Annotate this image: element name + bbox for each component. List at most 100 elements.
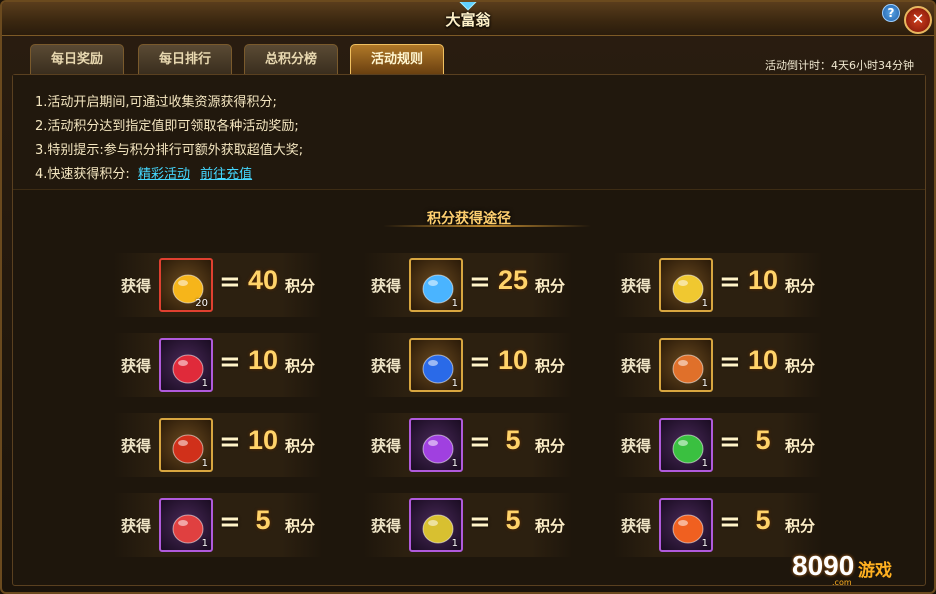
reward-item: 获得 1 = 10 积分 <box>613 253 823 317</box>
reward-item: 获得 1 = 5 积分 <box>363 413 573 477</box>
reward-label: 获得 <box>371 357 402 375</box>
reward-item: 获得 1 = 25 积分 <box>363 253 573 317</box>
points-value: 5 <box>505 505 521 535</box>
reward-label: 获得 <box>121 437 152 455</box>
item-slot[interactable]: 1 <box>409 338 463 392</box>
points-unit: 积分 <box>285 437 316 455</box>
reward-item: 获得 1 = 10 积分 <box>363 333 573 397</box>
watermark-domain: .com <box>832 578 852 587</box>
item-quantity: 1 <box>701 458 708 469</box>
item-quantity: 1 <box>451 538 458 549</box>
equals-sign: = <box>469 507 491 537</box>
close-button[interactable]: ✕ <box>904 6 932 34</box>
item-quantity: 1 <box>201 538 208 549</box>
tab-daily-reward[interactable]: 每日奖励 <box>30 44 124 74</box>
tab-event-rules[interactable]: 活动规则 <box>350 44 444 74</box>
section-divider <box>383 225 591 227</box>
item-quantity: 1 <box>201 378 208 389</box>
equals-sign: = <box>719 267 741 297</box>
rules-panel: 1.活动开启期间,可通过收集资源获得积分; 2.活动积分达到指定值即可领取各种活… <box>12 74 926 586</box>
rule-4-text: 4.快速获得积分: <box>35 167 130 182</box>
points-unit: 积分 <box>285 357 316 375</box>
points-unit: 积分 <box>285 517 316 535</box>
reward-label: 获得 <box>121 277 152 295</box>
item-slot[interactable]: 1 <box>159 498 213 552</box>
reward-item: 获得 1 = 10 积分 <box>113 333 323 397</box>
reward-item: 获得 20 = 40 积分 <box>113 253 323 317</box>
points-value: 5 <box>505 425 521 455</box>
reward-label: 获得 <box>621 277 652 295</box>
item-quantity: 1 <box>701 538 708 549</box>
points-unit: 积分 <box>535 517 566 535</box>
reward-item: 获得 1 = 5 积分 <box>113 493 323 557</box>
help-button[interactable]: ? <box>882 4 900 22</box>
equals-sign: = <box>719 507 741 537</box>
points-value: 10 <box>247 345 279 375</box>
item-slot[interactable]: 1 <box>409 498 463 552</box>
item-slot[interactable]: 1 <box>409 418 463 472</box>
reward-label: 获得 <box>371 517 402 535</box>
points-unit: 积分 <box>535 357 566 375</box>
reward-label: 获得 <box>121 357 152 375</box>
points-value: 10 <box>747 345 779 375</box>
item-slot[interactable]: 1 <box>409 258 463 312</box>
item-slot[interactable]: 1 <box>659 338 713 392</box>
points-value: 5 <box>755 505 771 535</box>
watermark-text: 游戏 <box>858 561 892 581</box>
item-slot[interactable]: 20 <box>159 258 213 312</box>
equals-sign: = <box>219 347 241 377</box>
points-unit: 积分 <box>785 517 816 535</box>
points-value: 5 <box>755 425 771 455</box>
reward-item: 获得 1 = 10 积分 <box>613 333 823 397</box>
points-value: 25 <box>497 265 529 295</box>
points-value: 10 <box>497 345 529 375</box>
rules-list: 1.活动开启期间,可通过收集资源获得积分; 2.活动积分达到指定值即可领取各种活… <box>13 75 925 190</box>
reward-item: 获得 1 = 5 积分 <box>613 413 823 477</box>
item-quantity: 1 <box>451 378 458 389</box>
points-unit: 积分 <box>785 277 816 295</box>
item-quantity: 20 <box>195 298 208 309</box>
reward-label: 获得 <box>621 357 652 375</box>
equals-sign: = <box>219 267 241 297</box>
reward-label: 获得 <box>121 517 152 535</box>
points-value: 40 <box>247 265 279 295</box>
rule-4: 4.快速获得积分: 精彩活动 前往充值 <box>35 163 903 187</box>
points-unit: 积分 <box>535 277 566 295</box>
reward-item: 获得 1 = 5 积分 <box>363 493 573 557</box>
item-slot[interactable]: 1 <box>159 418 213 472</box>
points-unit: 积分 <box>785 357 816 375</box>
tab-total-points[interactable]: 总积分榜 <box>244 44 338 74</box>
equals-sign: = <box>219 507 241 537</box>
rule-1: 1.活动开启期间,可通过收集资源获得积分; <box>35 95 277 110</box>
window-title: 大富翁 <box>445 11 491 29</box>
site-watermark: 8090 游戏 .com <box>792 550 912 587</box>
equals-sign: = <box>719 347 741 377</box>
reward-label: 获得 <box>621 517 652 535</box>
reward-item: 获得 1 = 10 积分 <box>113 413 323 477</box>
game-window: 大富翁 ? ✕ 每日奖励 每日排行 总积分榜 活动规则 活动倒计时：4天6小时3… <box>0 0 936 594</box>
featured-events-link[interactable]: 精彩活动 <box>138 167 190 182</box>
rule-2: 2.活动积分达到指定值即可领取各种活动奖励; <box>35 119 299 134</box>
recharge-link[interactable]: 前往充值 <box>200 167 252 182</box>
item-slot[interactable]: 1 <box>659 498 713 552</box>
item-quantity: 1 <box>701 378 708 389</box>
points-unit: 积分 <box>285 277 316 295</box>
equals-sign: = <box>469 347 491 377</box>
reward-item: 获得 1 = 5 积分 <box>613 493 823 557</box>
item-quantity: 1 <box>201 458 208 469</box>
equals-sign: = <box>469 267 491 297</box>
item-slot[interactable]: 1 <box>159 338 213 392</box>
item-slot[interactable]: 1 <box>659 418 713 472</box>
equals-sign: = <box>219 427 241 457</box>
reward-label: 获得 <box>621 437 652 455</box>
equals-sign: = <box>469 427 491 457</box>
item-quantity: 1 <box>451 458 458 469</box>
item-slot[interactable]: 1 <box>659 258 713 312</box>
points-value: 10 <box>247 425 279 455</box>
title-bar: 大富翁 ? ✕ <box>2 2 934 36</box>
tab-daily-ranking[interactable]: 每日排行 <box>138 44 232 74</box>
equals-sign: = <box>719 427 741 457</box>
reward-label: 获得 <box>371 277 402 295</box>
reward-label: 获得 <box>371 437 402 455</box>
points-unit: 积分 <box>535 437 566 455</box>
